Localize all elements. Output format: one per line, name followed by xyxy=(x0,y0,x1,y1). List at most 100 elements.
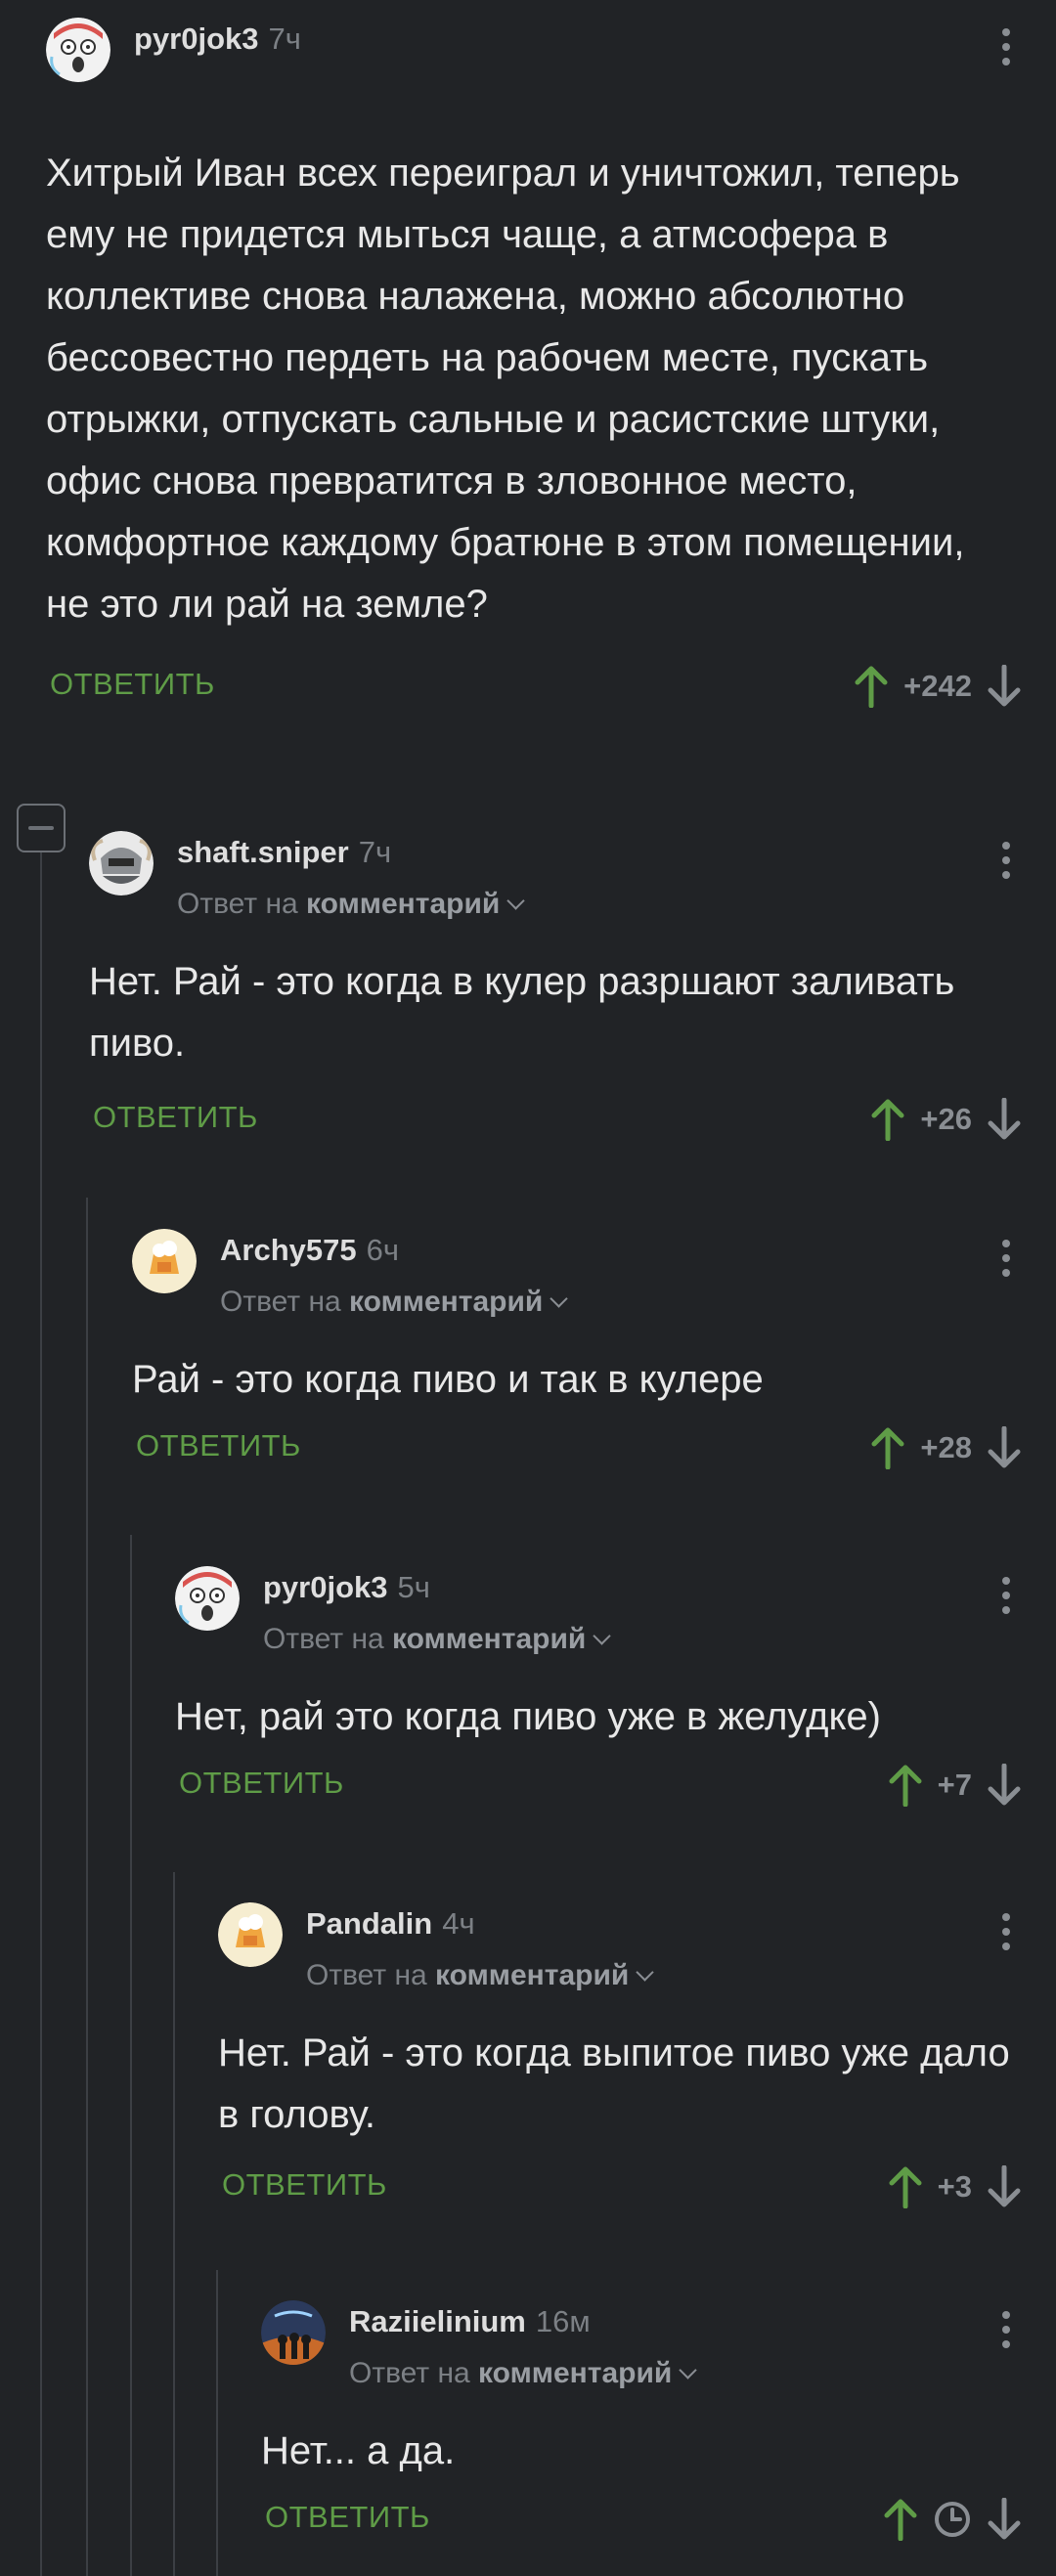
avatar[interactable] xyxy=(132,1229,197,1293)
reply-button[interactable]: ОТВЕТИТЬ xyxy=(265,2500,430,2535)
reply-to-prefix: Ответ на xyxy=(306,1959,427,1991)
downvote-arrow-icon[interactable] xyxy=(988,1426,1021,1469)
reply-to-link[interactable]: Ответ на комментарий xyxy=(263,1623,612,1656)
reply-button[interactable]: ОТВЕТИТЬ xyxy=(136,1428,301,1463)
vote-controls: +7 xyxy=(889,1756,1021,1814)
author-name[interactable]: Archy575 xyxy=(220,1233,357,1267)
comment-text: Рай - это когда пиво и так в кулере xyxy=(132,1358,764,1401)
upvote-arrow-icon[interactable] xyxy=(871,1426,904,1469)
reply-button[interactable]: ОТВЕТИТЬ xyxy=(222,2167,387,2203)
upvote-arrow-icon[interactable] xyxy=(855,665,888,708)
collapse-thread-button[interactable] xyxy=(17,804,66,852)
author-line: Pandalin 4ч xyxy=(306,1906,475,1942)
comment-actions: ОТВЕТИТЬ +7 xyxy=(175,1756,1056,1814)
comment: Archy575 6ч Ответ на комментарий Рай - эт… xyxy=(132,1229,1056,1477)
comment: Pandalin 4ч Ответ на комментарий Нет. Рай… xyxy=(218,1902,1056,2216)
downvote-arrow-icon[interactable] xyxy=(988,665,1021,708)
chevron-down-icon xyxy=(506,892,526,910)
comment-actions: ОТВЕТИТЬ +26 xyxy=(89,1090,1056,1149)
more-vertical-icon[interactable] xyxy=(991,831,1021,890)
downvote-arrow-icon[interactable] xyxy=(988,1764,1021,1807)
comment: Raziielinium 16м Ответ на комментарий Нет… xyxy=(261,2300,1056,2549)
author-line: pyr0jok3 7ч xyxy=(134,22,301,57)
upvote-arrow-icon[interactable] xyxy=(889,1764,922,1807)
reply-to-prefix: Ответ на xyxy=(177,888,298,920)
comment-actions: ОТВЕТИТЬ +242 xyxy=(46,657,1056,716)
reply-to-target: комментарий xyxy=(349,1286,544,1318)
vote-controls xyxy=(884,2490,1021,2549)
comment-text: Нет... а да. xyxy=(261,2429,456,2472)
comment-time: 4ч xyxy=(442,1906,475,1941)
comment-header: Pandalin 4ч Ответ на комментарий xyxy=(218,1902,1056,1991)
reply-to-target: комментарий xyxy=(306,888,501,920)
chevron-down-icon xyxy=(593,1627,612,1645)
vote-score: +28 xyxy=(920,1430,972,1464)
author-line: Raziielinium 16м xyxy=(349,2304,591,2339)
more-vertical-icon[interactable] xyxy=(991,1902,1021,1961)
more-vertical-icon[interactable] xyxy=(991,18,1021,76)
comment-header: pyr0jok3 5ч Ответ на комментарий xyxy=(175,1566,1056,1655)
vote-controls: +3 xyxy=(889,2158,1021,2216)
reply-to-link[interactable]: Ответ на комментарий xyxy=(349,2357,698,2390)
more-vertical-icon[interactable] xyxy=(991,1566,1021,1625)
upvote-arrow-icon[interactable] xyxy=(884,2498,917,2541)
reply-to-link[interactable]: Ответ на комментарий xyxy=(306,1959,655,1992)
comment-text: Нет, рай это когда пиво уже в желудке) xyxy=(175,1695,881,1738)
comment-time: 6ч xyxy=(366,1233,399,1267)
clock-icon xyxy=(935,2502,970,2537)
reply-button[interactable]: ОТВЕТИТЬ xyxy=(93,1100,258,1135)
comment-actions: ОТВЕТИТЬ xyxy=(261,2490,1056,2549)
vote-controls: +242 xyxy=(855,657,1021,716)
upvote-arrow-icon[interactable] xyxy=(871,1098,904,1141)
reply-to-link[interactable]: Ответ на комментарий xyxy=(177,888,526,921)
vote-controls: +26 xyxy=(871,1090,1021,1149)
collapse-minus-icon xyxy=(28,826,54,830)
comment-text: Нет. Рай - это когда выпитое пиво уже да… xyxy=(218,2031,1010,2136)
author-line: pyr0jok3 5ч xyxy=(263,1570,430,1605)
avatar[interactable] xyxy=(261,2300,326,2365)
reply-to-link[interactable]: Ответ на комментарий xyxy=(220,1286,569,1319)
chevron-down-icon xyxy=(550,1289,569,1308)
comment-time: 16м xyxy=(535,2304,591,2338)
author-name[interactable]: shaft.sniper xyxy=(177,835,349,869)
vote-score: +26 xyxy=(920,1102,972,1136)
author-name[interactable]: Pandalin xyxy=(306,1906,432,1941)
chevron-down-icon xyxy=(636,1963,655,1982)
thread-line-level-5 xyxy=(216,2270,218,2576)
vote-score: +7 xyxy=(937,1768,972,1802)
reply-to-target: комментарий xyxy=(435,1959,630,1991)
comment-actions: ОТВЕТИТЬ +3 xyxy=(218,2158,1056,2216)
author-line: Archy575 6ч xyxy=(220,1233,399,1268)
comment: pyr0jok3 7ч Хитрый Иван всех переиграл и … xyxy=(46,18,1056,716)
comment-header: pyr0jok3 7ч xyxy=(46,18,1056,102)
comment-header: Archy575 6ч Ответ на комментарий xyxy=(132,1229,1056,1318)
vote-controls: +28 xyxy=(871,1419,1021,1477)
comment: pyr0jok3 5ч Ответ на комментарий Нет, рай… xyxy=(175,1566,1056,1814)
thread-line-level-2 xyxy=(86,1198,88,2576)
downvote-arrow-icon[interactable] xyxy=(988,1098,1021,1141)
avatar[interactable] xyxy=(175,1566,240,1631)
author-name[interactable]: pyr0jok3 xyxy=(134,22,259,56)
comment-time: 7ч xyxy=(268,22,301,56)
avatar[interactable] xyxy=(218,1902,283,1967)
comment-time: 5ч xyxy=(397,1570,430,1604)
vote-score: +3 xyxy=(937,2169,972,2204)
author-name[interactable]: Raziielinium xyxy=(349,2304,526,2338)
upvote-arrow-icon[interactable] xyxy=(889,2165,922,2208)
reply-to-prefix: Ответ на xyxy=(263,1623,384,1655)
more-vertical-icon[interactable] xyxy=(991,1229,1021,1288)
thread-line-level-1 xyxy=(40,852,42,2576)
downvote-arrow-icon[interactable] xyxy=(988,2498,1021,2541)
more-vertical-icon[interactable] xyxy=(991,2300,1021,2359)
reply-button[interactable]: ОТВЕТИТЬ xyxy=(50,667,215,702)
author-name[interactable]: pyr0jok3 xyxy=(263,1570,388,1604)
reply-to-target: комментарий xyxy=(392,1623,587,1655)
reply-button[interactable]: ОТВЕТИТЬ xyxy=(179,1766,344,1801)
avatar[interactable] xyxy=(46,18,110,82)
comment-header: shaft.sniper 7ч Ответ на комментарий xyxy=(89,831,1056,920)
author-line: shaft.sniper 7ч xyxy=(177,835,391,870)
comment-text: Хитрый Иван всех переиграл и уничтожил, … xyxy=(46,152,965,626)
avatar[interactable] xyxy=(89,831,154,895)
thread-line-level-4 xyxy=(173,1872,175,2576)
downvote-arrow-icon[interactable] xyxy=(988,2165,1021,2208)
